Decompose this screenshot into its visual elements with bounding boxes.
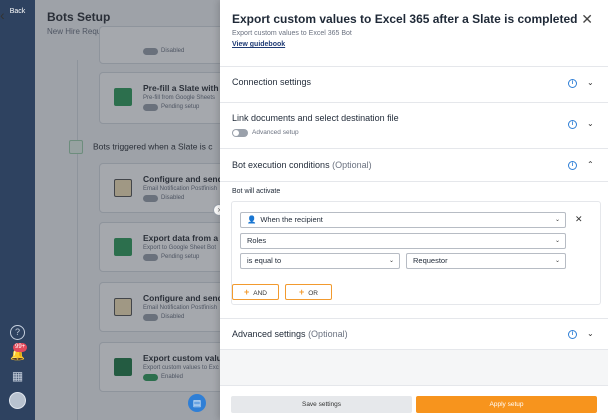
info-icon[interactable]: i (568, 161, 577, 170)
guidebook-link[interactable]: View guidebook (232, 41, 285, 48)
panel-footer: Save settings Apply setup (220, 385, 608, 420)
info-icon[interactable]: i (568, 79, 577, 88)
panel-title: Export custom values to Excel 365 after … (232, 12, 578, 26)
operator-select[interactable]: is equal to ⌄ (240, 253, 400, 269)
panel-subtitle: Export custom values to Excel 365 Bot (232, 30, 352, 37)
recipient-select[interactable]: 👤 When the recipient ⌄ (240, 212, 566, 228)
avatar[interactable] (9, 392, 26, 409)
panel-spacer (220, 350, 608, 385)
remove-condition-button[interactable]: ✕ (575, 214, 583, 225)
chevron-left-icon: ‹ (0, 7, 5, 23)
section-label: Advanced settings (Optional) (232, 329, 348, 339)
add-or-button[interactable]: + OR (285, 284, 332, 300)
section-connection[interactable]: Connection settings i ⌄ (220, 66, 608, 102)
chevron-down-icon: ⌄ (554, 217, 560, 223)
chevron-down-icon[interactable]: ⌄ (587, 329, 594, 338)
info-icon[interactable]: i (568, 330, 577, 339)
apply-setup-button[interactable]: Apply setup (416, 396, 597, 413)
notification-badge: 99+ (13, 343, 28, 352)
user-icon: 👤 (247, 215, 257, 224)
back-label: Back (9, 8, 26, 15)
section-label: Connection settings (232, 77, 312, 87)
save-settings-button[interactable]: Save settings (231, 396, 412, 413)
value-select[interactable]: Requestor ⌄ (406, 253, 566, 269)
toggle-label: Advanced setup (252, 129, 299, 136)
section-link-documents[interactable]: Link documents and select destination fi… (220, 102, 608, 148)
chevron-up-icon[interactable]: ⌃ (587, 160, 594, 169)
help-icon[interactable]: ? (10, 325, 25, 340)
condition-builder: 👤 When the recipient ⌄ ✕ Roles ⌄ is equal… (231, 201, 601, 305)
chat-icon[interactable]: ▤ (188, 394, 206, 412)
info-icon[interactable]: i (568, 120, 577, 129)
section-label: Link documents and select destination fi… (232, 113, 399, 123)
plus-icon: + (244, 287, 250, 297)
plus-icon: + (298, 287, 305, 297)
chevron-down-icon[interactable]: ⌄ (587, 119, 594, 128)
close-icon[interactable]: ✕ (581, 11, 593, 28)
chevron-down-icon: ⌄ (388, 258, 394, 264)
add-and-button[interactable]: + AND (232, 284, 279, 300)
section-label: Bot execution conditions (Optional) (232, 160, 372, 170)
conditions-heading: Bot will activate (232, 188, 281, 195)
apps-grid-icon[interactable]: ▦ (10, 369, 25, 384)
chevron-down-icon[interactable]: ⌄ (587, 78, 594, 87)
left-rail: ‹ Back ? 🔔 99+ ▦ (0, 0, 35, 420)
advanced-setup-toggle[interactable] (232, 129, 248, 137)
chevron-down-icon: ⌄ (554, 258, 560, 264)
back-button[interactable]: ‹ Back (0, 8, 35, 22)
roles-select[interactable]: Roles ⌄ (240, 233, 566, 249)
chevron-down-icon: ⌄ (554, 238, 560, 244)
section-advanced[interactable]: Advanced settings (Optional) i ⌄ (220, 318, 608, 350)
section-execution[interactable]: Bot execution conditions (Optional) i ⌃ (220, 148, 608, 182)
